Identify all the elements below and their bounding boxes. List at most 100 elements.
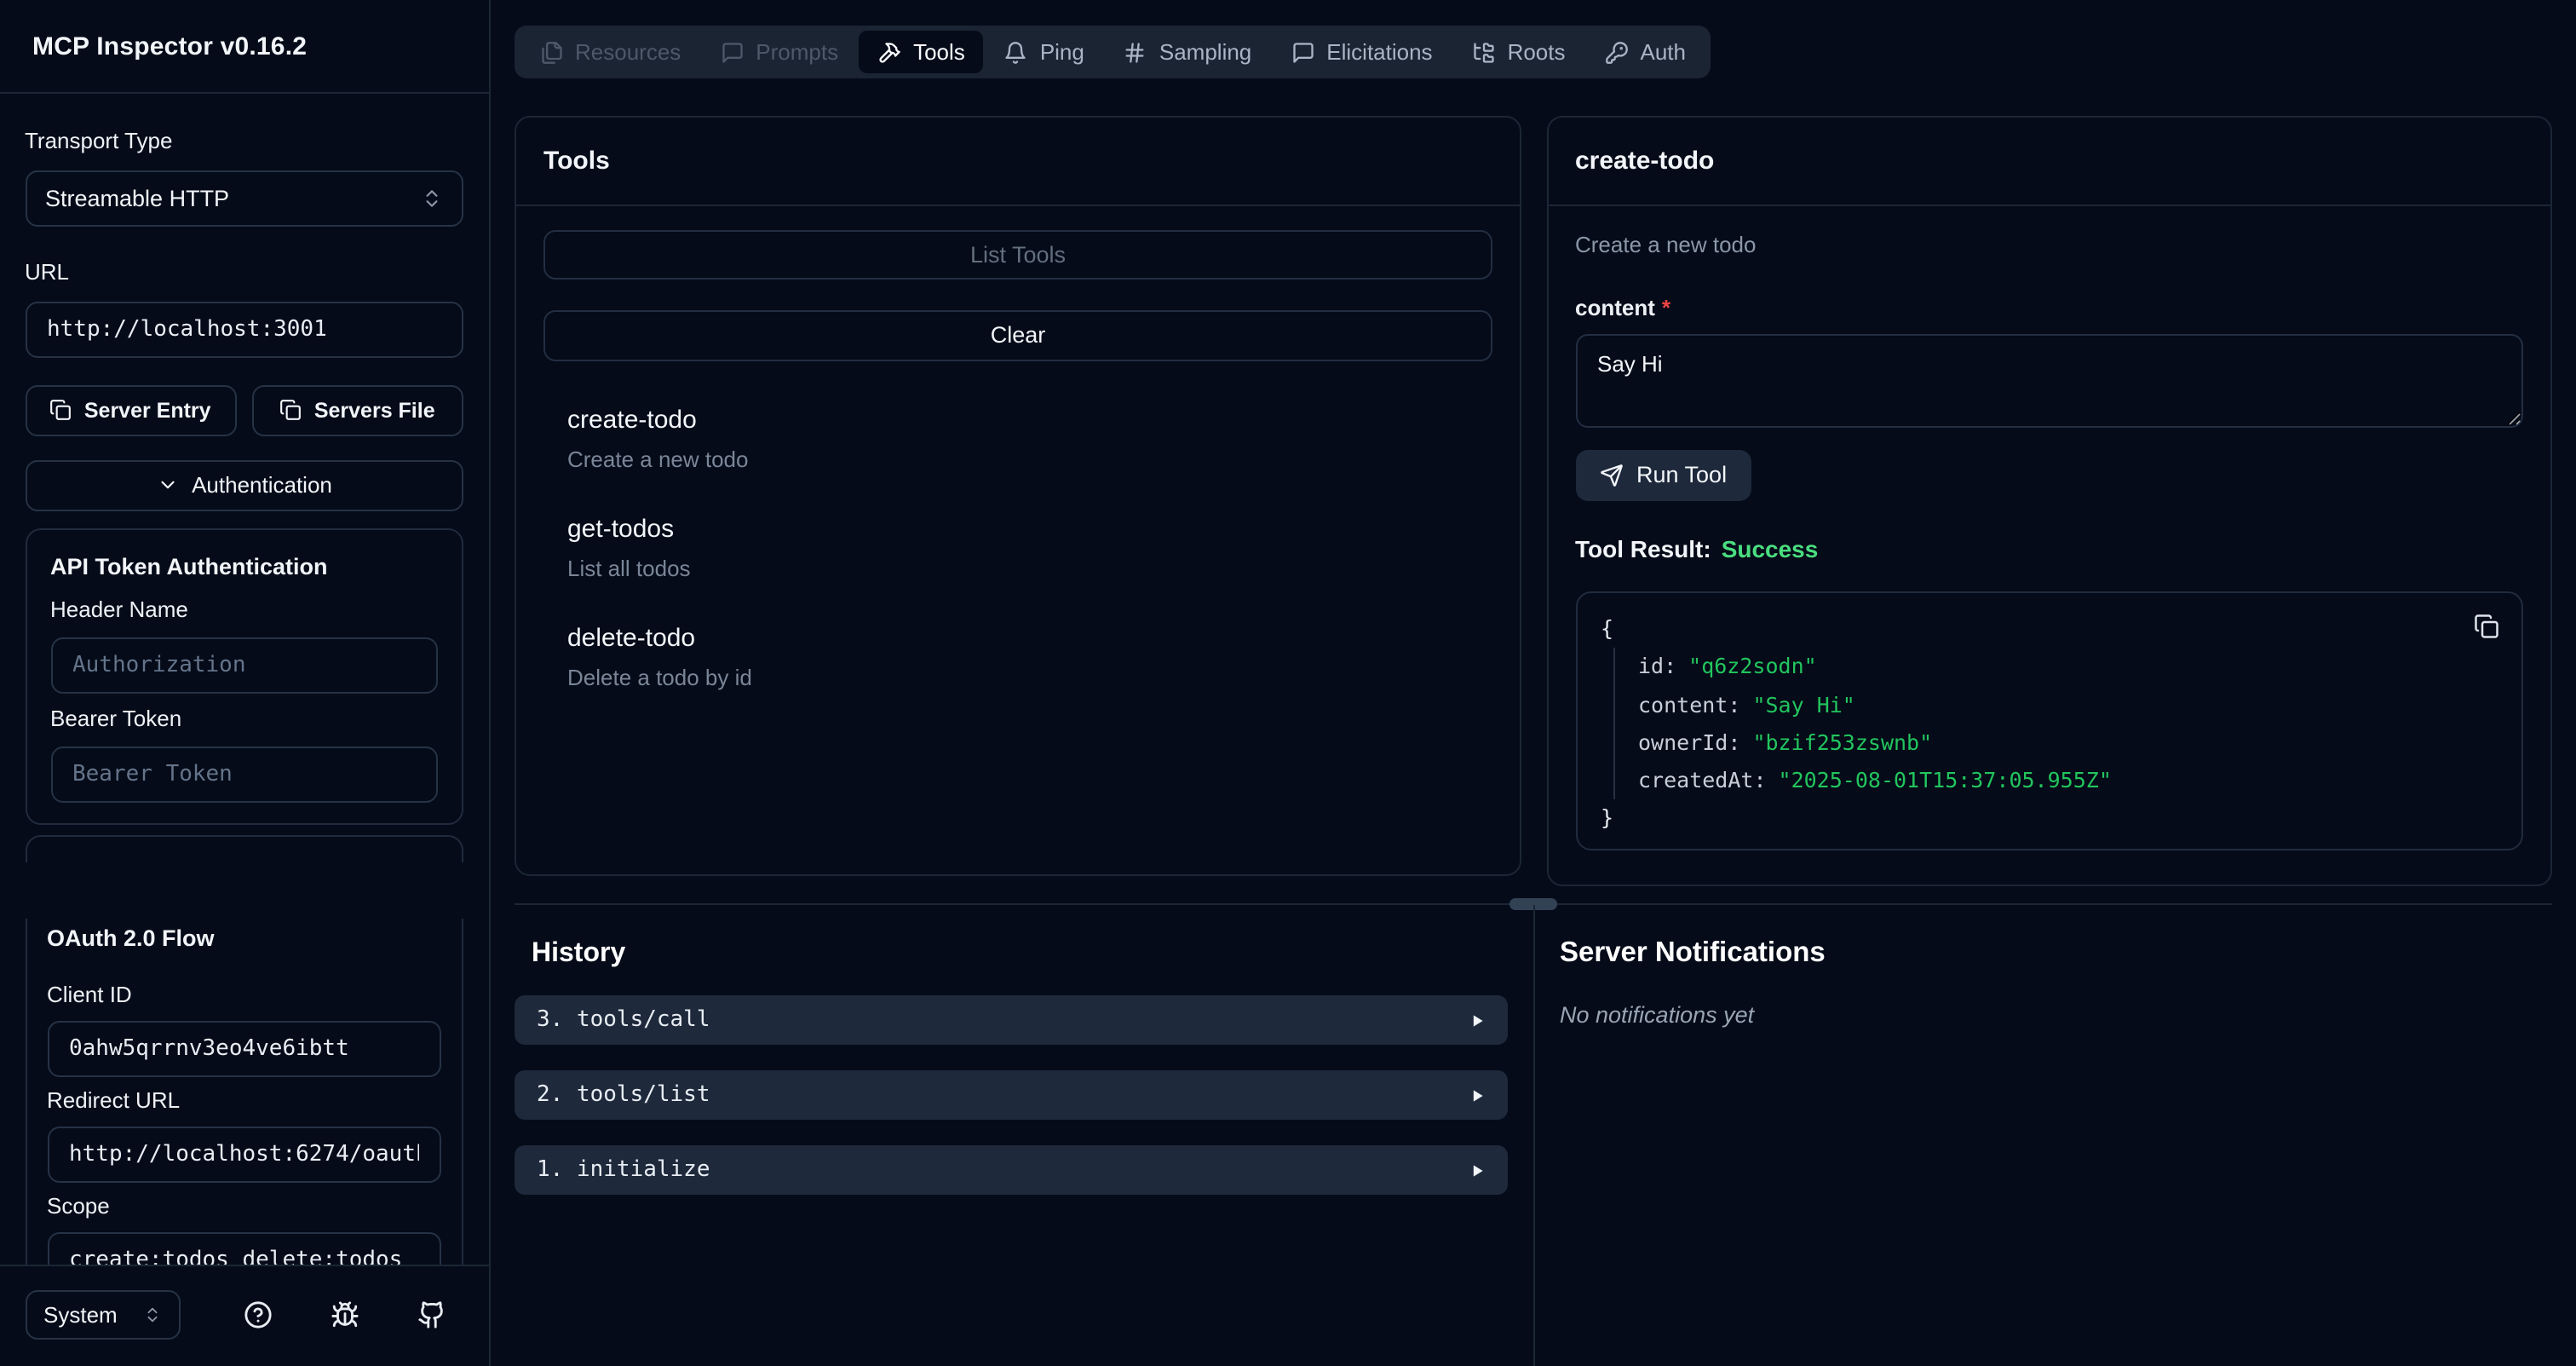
server-notifications-title: Server Notifications — [1560, 937, 2552, 970]
tool-list-item[interactable]: get-todos List all todos — [543, 514, 1492, 582]
content-field-input[interactable]: Say Hi — [1575, 333, 2522, 427]
sidebar: MCP Inspector v0.16.2 Transport Type Str… — [0, 0, 490, 1366]
tab-prompts[interactable]: Prompts — [701, 31, 857, 73]
copy-result-button[interactable] — [2473, 614, 2498, 639]
sidebar-body: Transport Type Streamable HTTP URL Serve… — [0, 94, 488, 1265]
transport-type-select[interactable]: Streamable HTTP — [25, 170, 463, 227]
url-input[interactable] — [25, 302, 463, 358]
tab-roots[interactable]: Roots — [1453, 31, 1584, 73]
clear-button[interactable]: Clear — [543, 310, 1492, 360]
server-notifications-section: Server Notifications No notifications ye… — [1560, 905, 2552, 1028]
tab-label: Resources — [575, 39, 681, 65]
tool-detail-description: Create a new todo — [1575, 231, 2522, 258]
vertical-divider — [1533, 905, 1535, 1366]
copy-icon — [50, 400, 72, 422]
server-entry-button[interactable]: Server Entry — [25, 385, 237, 435]
tool-name: create-todo — [567, 405, 1492, 435]
chevrons-up-down-icon — [421, 187, 443, 210]
tool-detail-title: create-todo — [1575, 146, 1714, 175]
list-tools-button[interactable]: List Tools — [543, 229, 1492, 280]
bearer-token-label: Bearer Token — [50, 706, 438, 733]
run-tool-label: Run Tool — [1636, 462, 1727, 487]
url-label: URL — [25, 259, 463, 286]
tab-label: Auth — [1641, 39, 1687, 65]
tool-result-status: Success — [1722, 534, 1819, 562]
history-row[interactable]: 3. tools/call — [515, 995, 1508, 1045]
github-button[interactable] — [417, 1300, 446, 1329]
history-section: History 3. tools/call 2. tools/list 1. i… — [515, 905, 1508, 1195]
transport-type-value: Streamable HTTP — [45, 186, 229, 211]
expand-arrow-icon — [1469, 1161, 1486, 1179]
tool-result-json: { id:"q6z2sodn" content:"Say Hi" ownerId… — [1575, 591, 2522, 850]
message-square-icon — [720, 40, 744, 64]
tab-label: Tools — [913, 39, 965, 65]
oauth-heading: OAuth 2.0 Flow — [47, 925, 441, 952]
tab-sampling[interactable]: Sampling — [1105, 31, 1270, 73]
json-entry: content:"Say Hi" — [1638, 686, 2497, 724]
json-entry: createdAt:"2025-08-01T15:37:05.955Z" — [1638, 762, 2497, 800]
history-row[interactable]: 2. tools/list — [515, 1070, 1508, 1120]
expand-arrow-icon — [1469, 1086, 1486, 1104]
json-entry: id:"q6z2sodn" — [1638, 648, 2497, 687]
scope-input[interactable] — [47, 1231, 441, 1265]
server-buttons-row: Server Entry Servers File — [25, 385, 463, 435]
tool-result-line: Tool Result:Success — [1575, 534, 2522, 562]
tab-label: Prompts — [756, 39, 838, 65]
json-close-brace: } — [1601, 800, 2497, 839]
servers-file-button[interactable]: Servers File — [252, 385, 464, 435]
authentication-toggle[interactable]: Authentication — [25, 460, 463, 510]
bearer-token-input[interactable] — [50, 746, 438, 803]
help-button[interactable] — [243, 1300, 272, 1329]
tab-elicitations[interactable]: Elicitations — [1272, 31, 1451, 73]
theme-select-value: System — [43, 1302, 118, 1328]
files-icon — [539, 40, 563, 64]
key-icon — [1605, 40, 1629, 64]
tool-list-item[interactable]: create-todo Create a new todo — [543, 405, 1492, 473]
tool-description: Delete a todo by id — [567, 664, 1492, 691]
split-drag-handle[interactable] — [1509, 897, 1556, 909]
tab-label: Elicitations — [1326, 39, 1432, 65]
tool-detail-panel: create-todo Create a new todo content* S… — [1546, 115, 2551, 885]
clipped-card-edge — [25, 834, 463, 862]
tool-detail-body: Create a new todo content* Say Hi Run To… — [1548, 205, 2550, 850]
sidebar-header: MCP Inspector v0.16.2 — [0, 0, 488, 94]
servers-file-label: Servers File — [314, 399, 435, 423]
content-field-label: content* — [1575, 294, 2522, 320]
client-id-input[interactable] — [47, 1020, 441, 1076]
history-row-label: 2. tools/list — [537, 1082, 710, 1108]
json-open-brace: { — [1601, 610, 2497, 648]
report-bug-button[interactable] — [330, 1300, 359, 1329]
tab-label: Sampling — [1159, 39, 1251, 65]
history-row-label: 1. initialize — [537, 1157, 710, 1183]
tool-description: List all todos — [567, 555, 1492, 582]
no-notifications-text: No notifications yet — [1560, 1002, 2552, 1028]
tools-panel-body: List Tools Clear create-todo Create a ne… — [516, 205, 1520, 691]
send-icon — [1599, 463, 1623, 487]
help-circle-icon — [243, 1300, 272, 1329]
header-name-input[interactable] — [50, 637, 438, 694]
history-row[interactable]: 1. initialize — [515, 1145, 1508, 1195]
bell-icon — [1004, 40, 1028, 64]
api-token-heading: API Token Authentication — [50, 554, 438, 581]
theme-select[interactable]: System — [25, 1289, 180, 1340]
tab-bar: Resources Prompts Tools Ping Sampling El… — [515, 26, 1711, 78]
hash-icon — [1124, 40, 1147, 64]
tab-label: Ping — [1040, 39, 1084, 65]
authentication-toggle-label: Authentication — [192, 473, 332, 499]
history-row-label: 3. tools/call — [537, 1007, 710, 1033]
tab-auth[interactable]: Auth — [1586, 31, 1705, 73]
app-title: MCP Inspector v0.16.2 — [32, 32, 307, 61]
folder-tree-icon — [1472, 40, 1496, 64]
required-asterisk: * — [1662, 294, 1670, 320]
github-icon — [417, 1300, 446, 1329]
redirect-url-input[interactable] — [47, 1126, 441, 1182]
message-square-icon — [1291, 40, 1314, 64]
tab-resources[interactable]: Resources — [520, 31, 699, 73]
json-entry: ownerId:"bzif253zswnb" — [1638, 724, 2497, 763]
server-entry-label: Server Entry — [84, 399, 211, 423]
run-tool-button[interactable]: Run Tool — [1575, 449, 1751, 500]
tool-list-item[interactable]: delete-todo Delete a todo by id — [543, 623, 1492, 691]
tab-ping[interactable]: Ping — [986, 31, 1103, 73]
tab-tools[interactable]: Tools — [859, 31, 984, 73]
tab-label: Roots — [1508, 39, 1566, 65]
